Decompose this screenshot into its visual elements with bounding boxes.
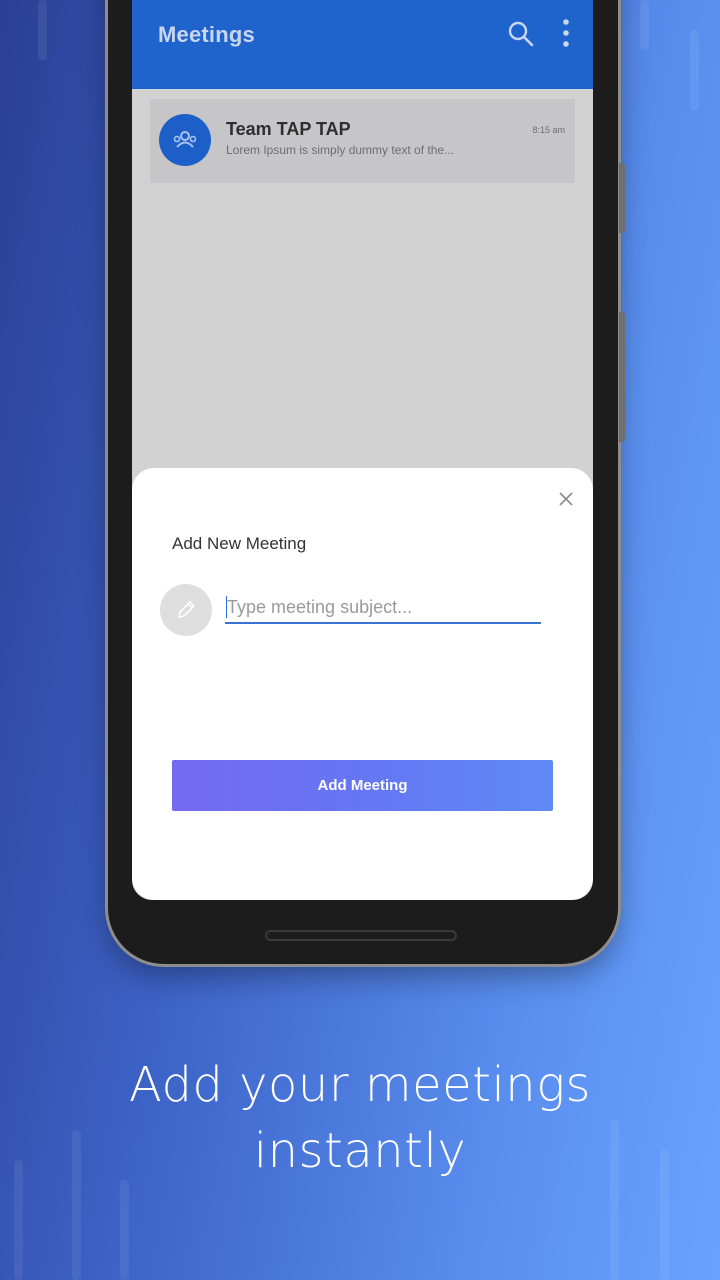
chat-preview: Lorem Ipsum is simply dummy text of the.… — [226, 143, 455, 157]
chat-name: Team TAP TAP — [226, 119, 351, 139]
close-icon[interactable] — [557, 490, 575, 508]
chat-time: 8:15 am — [532, 125, 565, 135]
power-button — [619, 312, 625, 442]
avatar — [159, 114, 211, 166]
app-title: Meetings — [158, 22, 255, 47]
phone-screen: Meetings Team TAP TAP Lorem Ipsum is sim… — [132, 0, 593, 900]
group-icon — [173, 131, 197, 148]
caption-line-2: instantly — [253, 1123, 467, 1179]
home-indicator — [265, 930, 457, 941]
pencil-icon — [178, 601, 195, 618]
more-vert-icon[interactable] — [561, 18, 571, 48]
dialog-title: Add New Meeting — [172, 534, 307, 553]
text-cursor — [226, 596, 227, 618]
add-meeting-button[interactable]: Add Meeting — [172, 760, 553, 811]
volume-button — [619, 163, 625, 233]
meeting-subject-input[interactable] — [225, 592, 541, 624]
pencil-badge — [160, 584, 212, 636]
search-icon[interactable] — [507, 20, 535, 48]
caption-line-1: Add your meetings — [128, 1057, 592, 1113]
phone-frame: Meetings Team TAP TAP Lorem Ipsum is sim… — [108, 0, 625, 964]
list-item[interactable]: Team TAP TAP Lorem Ipsum is simply dummy… — [150, 99, 575, 183]
promo-caption: Add your meetings instantly — [0, 1052, 720, 1184]
app-bar: Meetings — [132, 0, 593, 89]
add-meeting-dialog: Add New Meeting Add Meeting — [132, 468, 593, 900]
